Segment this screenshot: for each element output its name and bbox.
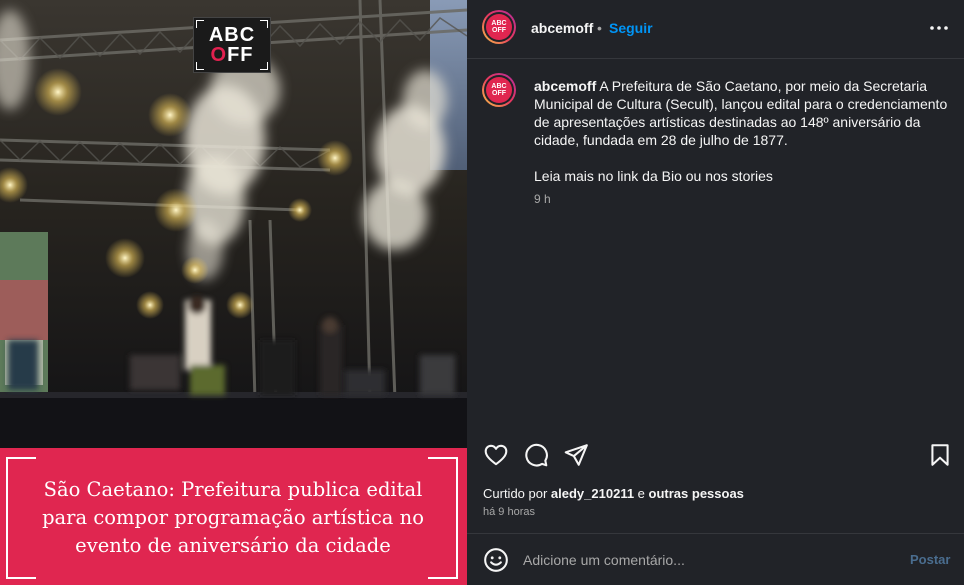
follow-button[interactable]: Seguir bbox=[609, 20, 653, 36]
emoji-icon[interactable] bbox=[483, 547, 509, 573]
comment-icon[interactable] bbox=[523, 442, 549, 468]
likes-summary: Curtido por aledy_210211 e outras pessoa… bbox=[483, 486, 744, 501]
avatar-initials: ABC OFF bbox=[486, 14, 512, 40]
author-username[interactable]: abcemoff bbox=[531, 20, 593, 36]
comment-divider bbox=[467, 533, 964, 534]
post-actions bbox=[467, 440, 964, 470]
caption-body-text: A Prefeitura de São Caetano, por meio da… bbox=[534, 78, 948, 148]
heart-icon[interactable] bbox=[483, 442, 509, 468]
caption-timestamp[interactable]: 9 h bbox=[534, 192, 551, 206]
banner-headline: São Caetano: Prefeitura publica edital p… bbox=[42, 478, 424, 557]
post-comment-button[interactable]: Postar bbox=[910, 552, 950, 567]
send-icon[interactable] bbox=[563, 442, 589, 468]
author-avatar[interactable]: ABC OFF bbox=[482, 10, 516, 44]
abc-off-logo: ABC OFF bbox=[193, 17, 271, 73]
logo-line-1: ABC bbox=[208, 24, 256, 46]
header-divider bbox=[467, 58, 964, 59]
other-likers-link[interactable]: outras pessoas bbox=[649, 486, 744, 501]
caption-extra-text: Leia mais no link da Bio ou nos stories bbox=[534, 168, 773, 184]
more-horizontal-icon[interactable] bbox=[928, 18, 950, 38]
liker-username[interactable]: aledy_210211 bbox=[551, 486, 634, 501]
post-time[interactable]: há 9 horas bbox=[483, 506, 535, 518]
caption-author-avatar[interactable]: ABC OFF bbox=[482, 73, 516, 107]
avatar-initials: ABC OFF bbox=[486, 77, 512, 103]
post-media[interactable]: ABC OFF São Caetano: Prefeitura publica … bbox=[0, 0, 467, 585]
logo-line-2: OFF bbox=[210, 44, 254, 66]
post-header: ABC OFF abcemoff • Seguir bbox=[467, 0, 964, 58]
bookmark-icon[interactable] bbox=[927, 442, 953, 468]
post-panel: ABC OFF abcemoff • Seguir ABC OFF abcemo… bbox=[467, 0, 964, 585]
separator-dot: • bbox=[597, 20, 602, 36]
comment-input[interactable] bbox=[523, 549, 893, 571]
headline-banner: São Caetano: Prefeitura publica edital p… bbox=[0, 448, 467, 585]
caption-text: abcemoff A Prefeitura de São Caetano, po… bbox=[534, 77, 952, 149]
caption-username[interactable]: abcemoff bbox=[534, 78, 596, 94]
